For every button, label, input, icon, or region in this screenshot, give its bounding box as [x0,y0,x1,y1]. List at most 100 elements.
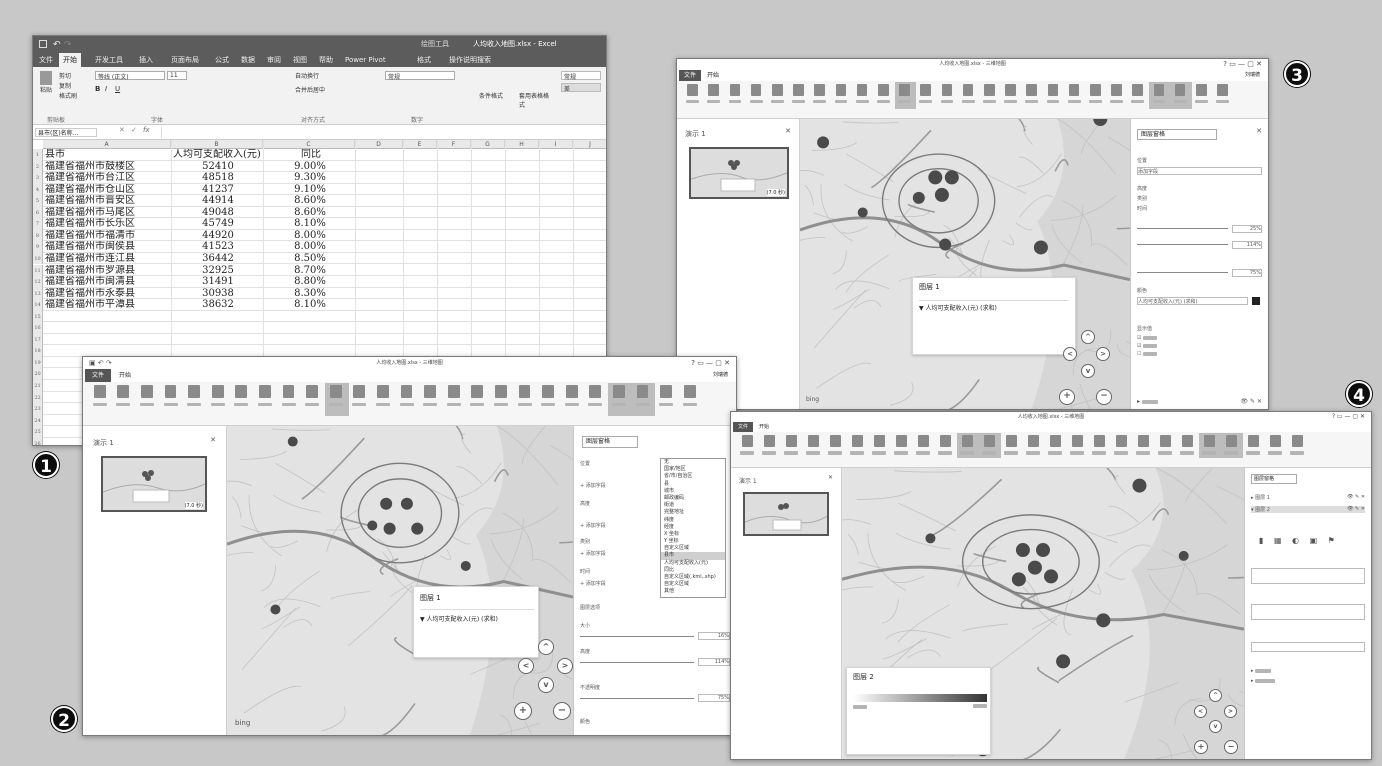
table-row[interactable]: 3 福建省福州市台江区 48518 9.30% [33,172,606,184]
dropdown-option[interactable]: 县市 [661,552,725,560]
column-header-e[interactable]: E [403,140,437,149]
format-painter-button[interactable]: 格式刷 [59,91,77,100]
maps4-tilt-up-button[interactable]: ^ [1209,689,1222,702]
paste-button[interactable]: 粘贴 [37,71,55,101]
maps2-tab-home[interactable]: 开始 [119,369,131,382]
maps3-slider-height[interactable]: 114% [1137,241,1262,249]
maps4-zoom-in-button[interactable]: + [1194,740,1208,754]
maps4-rotate-right-button[interactable]: > [1224,705,1237,718]
ribbon-button[interactable] [679,385,701,407]
cell[interactable]: 福建省福州市闽清县 [45,276,171,288]
row-number[interactable]: 22 [33,391,43,404]
cell[interactable]: 福建省福州市马尾区 [45,207,171,219]
maps4-field-box-3[interactable] [1251,642,1365,652]
dropdown-option[interactable]: 县 [661,481,725,488]
merge-center-button[interactable]: 合并后居中 [295,85,325,94]
maps3-height-value[interactable]: 114% [1232,241,1262,249]
maps3-color-select[interactable]: 人均可支配收入(元) (求和) [1137,297,1248,305]
tab-developer[interactable]: 开发工具 [91,53,127,67]
table-row[interactable]: 10 福建省福州市连江县 36442 8.50% [33,252,606,265]
confirm-icon[interactable]: ✓ [131,126,137,134]
ribbon-button[interactable] [278,385,300,407]
ribbon-button[interactable] [869,435,889,455]
ribbon-button[interactable] [847,435,867,455]
cell[interactable]: 8.00% [265,230,355,242]
cut-button[interactable]: 剪切 [59,71,71,80]
cell[interactable]: 44920 [173,230,263,242]
data-marker[interactable] [925,533,936,544]
maps3-color-swatch[interactable] [1252,297,1260,305]
maps3-close-pane-icon[interactable]: ✕ [1256,127,1262,135]
cell[interactable]: 38632 [173,299,263,311]
maps4-layer-1-row[interactable]: ▸ 图层 1 👁 ✎ ✕ [1251,494,1365,501]
ribbon-button[interactable] [514,385,536,407]
cell[interactable]: 福建省福州市平潭县 [45,299,171,311]
maps2-user[interactable]: 刘瑞德 [713,369,728,382]
ribbon-button[interactable] [810,84,829,104]
cell[interactable]: 8.10% [265,218,355,230]
maps4-tilt-down-button[interactable]: v [1209,720,1222,733]
maps2-zoom-out-button[interactable]: − [553,702,571,720]
data-marker[interactable] [939,238,952,251]
cell[interactable]: 48518 [173,172,263,184]
table-row[interactable]: 11 福建省福州市罗源县 32925 8.70% [33,264,606,277]
column-header-b[interactable]: B [171,140,263,149]
ribbon-button[interactable] [183,385,205,407]
maps3-close-tour-icon[interactable]: ✕ [785,127,791,135]
maps2-rotate-right-button[interactable]: > [557,658,573,674]
row-number[interactable]: 8 [33,229,43,242]
maps2-qat-icons[interactable]: ▣ ↶ ↷ [89,357,112,369]
data-marker[interactable] [1011,572,1026,587]
save-icon[interactable] [39,40,47,48]
style-normal[interactable]: 常规 [561,71,601,81]
cancel-icon[interactable]: ✕ [119,126,125,134]
ribbon-button[interactable] [803,435,823,455]
ribbon-button[interactable] [935,435,955,455]
data-marker[interactable] [1027,560,1042,575]
cell[interactable]: 福建省福州市长乐区 [45,218,171,230]
row-number[interactable]: 12 [33,276,43,288]
ribbon-button[interactable] [683,84,702,104]
ribbon-button[interactable] [396,385,418,407]
data-marker[interactable] [411,522,424,535]
data-marker[interactable] [817,136,830,149]
table-row[interactable]: 14 福建省福州市平潭县 38632 8.10% [33,299,606,311]
cell[interactable]: 福建省福州市台江区 [45,172,171,184]
maps3-row-height[interactable]: 高度 [1137,185,1262,192]
table-row[interactable]: 7 福建省福州市长乐区 45749 8.10% [33,218,606,230]
conditional-format-button[interactable]: 条件格式 [479,91,503,100]
maps3-check-1[interactable]: ☑ [1137,335,1262,341]
cell[interactable]: 32925 [173,265,263,277]
ribbon-button[interactable] [254,385,276,407]
dropdown-option[interactable]: 其他 [661,588,725,595]
row-number[interactable]: 9 [33,241,43,253]
cell[interactable]: 福建省福州市仓山区 [45,184,171,196]
row-number[interactable]: 14 [33,299,43,311]
ribbon-button[interactable] [825,435,845,455]
row-number[interactable]: 24 [33,414,43,427]
maps4-layer-2-row[interactable]: ▾ 图层 2 👁 ✎ ✕ [1251,506,1365,513]
row-number[interactable]: 21 [33,380,43,392]
maps4-field-box-2[interactable] [1251,604,1365,620]
maps2-close-tour-icon[interactable]: ✕ [210,436,216,444]
tab-format[interactable]: 格式 [413,53,435,67]
ribbon-button[interactable] [207,385,229,407]
ribbon-button[interactable] [585,385,607,407]
ribbon-button[interactable] [467,385,489,407]
undo-icon[interactable]: ↶ [53,37,61,54]
tab-view[interactable]: 视图 [289,53,311,67]
font-name-select[interactable]: 等线 (正文) [95,71,165,81]
column-header-f[interactable]: F [437,140,471,149]
ribbon-button[interactable] [979,435,999,455]
maps4-legend[interactable]: 图层 2 [846,667,991,755]
maps3-tilt-up-button[interactable]: ^ [1081,330,1095,344]
maps4-zoom-out-button[interactable]: − [1224,740,1238,754]
maps3-row-time[interactable]: 时间 [1137,205,1262,212]
row-number[interactable]: 4 [33,183,43,196]
maps3-add-field-1[interactable]: 添加字段 [1137,167,1262,175]
data-marker[interactable] [1132,478,1147,493]
maps3-check-2[interactable]: ☑ [1137,343,1262,349]
data-marker[interactable] [944,170,959,185]
maps4-tab-file[interactable]: 文件 [733,422,753,432]
data-marker[interactable] [1044,569,1059,584]
